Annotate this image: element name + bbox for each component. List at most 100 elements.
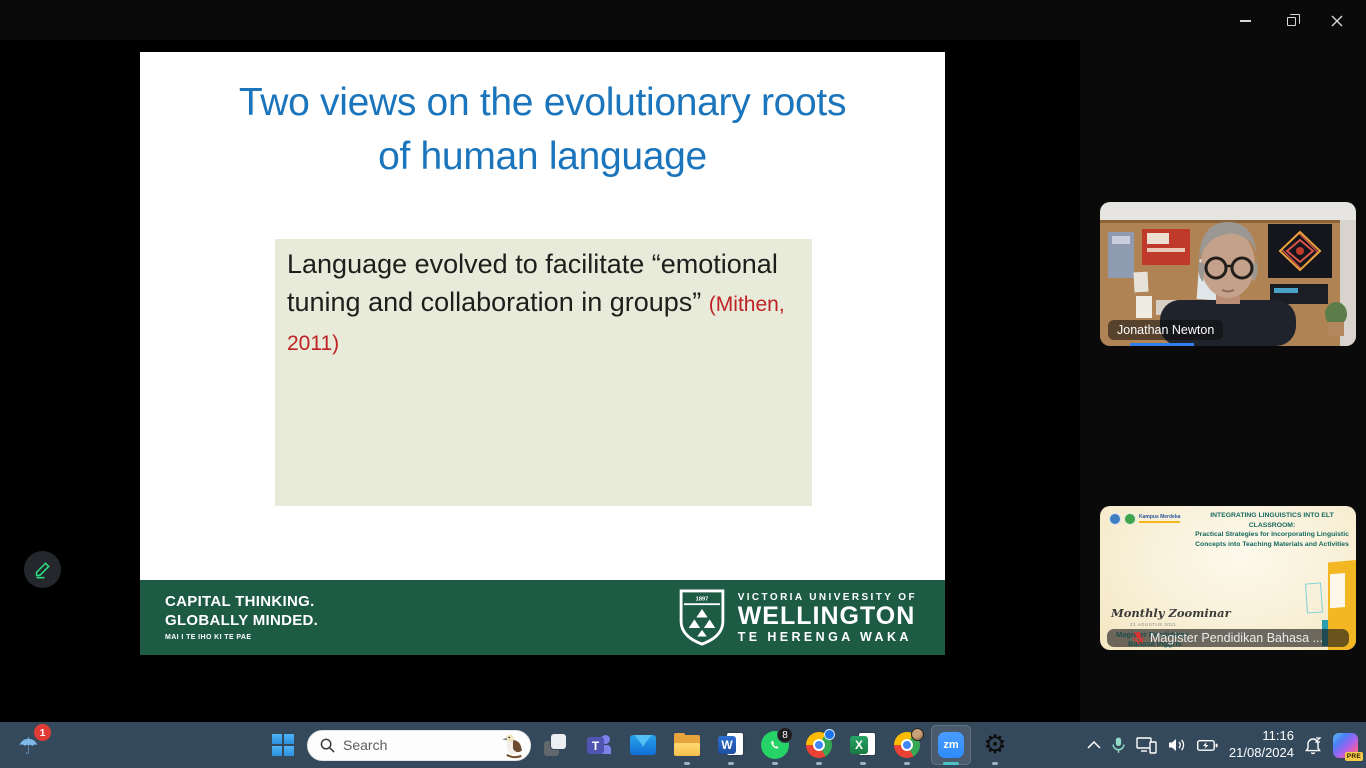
- active-speaker-indicator: [1130, 343, 1194, 346]
- bell-dnd-icon: [1305, 736, 1322, 755]
- clock-time: 11:16: [1229, 728, 1294, 745]
- start-button[interactable]: [263, 725, 303, 765]
- running-indicator: [904, 762, 910, 765]
- taskbar-icon-mail[interactable]: [623, 725, 663, 765]
- decor-outline-rect: [1305, 582, 1323, 613]
- chrome-profile-icon: [894, 732, 920, 758]
- participant-name-label: Magister Pendidikan Bahasa ...: [1107, 629, 1349, 647]
- taskbar-icon-settings[interactable]: ⚙: [975, 725, 1015, 765]
- host-name-text: Magister Pendidikan Bahasa ...: [1150, 631, 1323, 645]
- tray-cast-button[interactable]: [1136, 737, 1157, 754]
- taskbar-icon-teams[interactable]: T: [579, 725, 619, 765]
- university-shield-icon: 1897: [678, 589, 726, 646]
- close-icon: [1331, 15, 1343, 27]
- slide-title-line2: of human language: [140, 130, 945, 184]
- widgets-button[interactable]: ☂ 1: [12, 726, 58, 766]
- campus-logo-icon: [1124, 513, 1136, 525]
- quote-box: Language evolved to facilitate “emotiona…: [275, 239, 812, 506]
- footer-tagline-maori: MAI I TE IHO KI TE PAE: [165, 634, 318, 641]
- university-logo-block: 1897 VICTORIA UNIVERSITY OF WELLINGTON T…: [678, 589, 917, 646]
- battery-charging-icon: [1197, 739, 1218, 752]
- taskbar-center: T W 8: [263, 725, 1015, 765]
- taskbar-clock[interactable]: 11:16 21/08/2024: [1229, 728, 1294, 762]
- cast-display-icon: [1136, 737, 1157, 754]
- taskbar-icon-whatsapp[interactable]: 8: [755, 725, 795, 765]
- running-indicator: [684, 762, 690, 765]
- screen-share-area: Two views on the evolutionary roots of h…: [0, 40, 1080, 722]
- minimize-icon: [1240, 20, 1251, 22]
- microphone-icon: [1112, 737, 1125, 754]
- speaker-icon: [1168, 738, 1186, 752]
- quote-body: Language evolved to facilitate “emotiona…: [287, 249, 778, 317]
- svg-text:1897: 1897: [695, 596, 708, 602]
- university-line1: VICTORIA UNIVERSITY OF: [738, 592, 917, 603]
- chrome-icon: [806, 732, 832, 758]
- host-logos: Kampus Merdeka: [1109, 513, 1180, 525]
- notification-bell-button[interactable]: [1305, 736, 1322, 755]
- restore-button[interactable]: [1268, 6, 1314, 36]
- webinar-heading-line1: INTEGRATING LINGUISTICS INTO ELT CLASSRO…: [1193, 511, 1351, 530]
- minimize-button[interactable]: [1222, 6, 1268, 36]
- close-button[interactable]: [1314, 6, 1360, 36]
- teams-icon: T: [587, 733, 611, 757]
- search-input[interactable]: [343, 737, 483, 753]
- presentation-slide: Two views on the evolutionary roots of h…: [140, 52, 945, 655]
- tray-volume-button[interactable]: [1168, 738, 1186, 752]
- folder-icon: [674, 735, 700, 756]
- annotate-button[interactable]: [24, 551, 61, 588]
- search-icon: [320, 738, 335, 753]
- taskbar-icon-file-explorer[interactable]: [667, 725, 707, 765]
- copilot-button[interactable]: PRE: [1333, 733, 1358, 758]
- taskbar-icon-word[interactable]: W: [711, 725, 751, 765]
- slide-footer: CAPITAL THINKING. GLOBALLY MINDED. MAI I…: [140, 580, 945, 655]
- university-name-block: VICTORIA UNIVERSITY OF WELLINGTON TE HER…: [738, 592, 917, 644]
- chevron-up-icon: [1087, 741, 1101, 749]
- window-controls: [1222, 6, 1360, 36]
- event-title: Monthly Zoominar: [1111, 606, 1231, 620]
- search-highlight-bird-icon: [500, 732, 526, 759]
- slide-title: Two views on the evolutionary roots of h…: [140, 76, 945, 184]
- decor-door-panel: [1330, 573, 1345, 608]
- taskbar: ☂ 1: [0, 722, 1366, 768]
- taskbar-icon-excel[interactable]: X: [843, 725, 883, 765]
- slide-title-line1: Two views on the evolutionary roots: [140, 76, 945, 130]
- running-indicator: [816, 762, 822, 765]
- taskbar-icon-chrome-profile[interactable]: [887, 725, 927, 765]
- clock-date: 21/08/2024: [1229, 745, 1294, 762]
- running-indicator: [728, 762, 734, 765]
- chrome-badge: [824, 729, 835, 740]
- word-icon: W: [718, 733, 744, 757]
- whatsapp-badge: 8: [777, 727, 793, 743]
- task-view-button[interactable]: [535, 725, 575, 765]
- webinar-heading-line3: Concepts into Teaching Materials and Act…: [1193, 540, 1351, 550]
- webinar-heading: INTEGRATING LINGUISTICS INTO ELT CLASSRO…: [1193, 511, 1351, 549]
- running-indicator: [772, 762, 778, 765]
- university-line2: WELLINGTON: [738, 603, 917, 630]
- taskbar-search[interactable]: [307, 730, 531, 761]
- active-app-indicator: [943, 762, 959, 765]
- footer-tagline-line1: CAPITAL THINKING.: [165, 593, 318, 612]
- taskbar-icon-zoom[interactable]: zm: [931, 725, 971, 765]
- tray-chevron-button[interactable]: [1087, 741, 1101, 749]
- copilot-pre-badge: PRE: [1345, 752, 1363, 761]
- muted-mic-icon: [1133, 631, 1144, 645]
- participant-name-label: Jonathan Newton: [1108, 320, 1223, 340]
- tray-microphone-button[interactable]: [1112, 737, 1125, 754]
- profile-avatar: [911, 728, 924, 741]
- zoom-icon: zm: [938, 732, 964, 758]
- video-tile-host[interactable]: Kampus Merdeka INTEGRATING LINGUISTICS I…: [1100, 506, 1356, 650]
- task-view-icon: [544, 734, 566, 756]
- quote-text: Language evolved to facilitate “emotiona…: [287, 245, 800, 360]
- tray-battery-button[interactable]: [1197, 739, 1218, 752]
- event-date: 21 AGUSTUS 2021: [1130, 623, 1176, 628]
- mail-icon: [630, 735, 656, 755]
- system-tray: 11:16 21/08/2024 PRE: [1087, 722, 1358, 768]
- taskbar-icon-chrome[interactable]: [799, 725, 839, 765]
- video-tile-speaker[interactable]: Jonathan Newton: [1100, 202, 1356, 346]
- university-line3: TE HERENGA WAKA: [738, 630, 917, 644]
- footer-tagline-line2: GLOBALLY MINDED.: [165, 612, 318, 631]
- desktop-screen: Two views on the evolutionary roots of h…: [0, 0, 1366, 768]
- organization-logo-icon: [1109, 513, 1121, 525]
- widgets-notification-badge: 1: [34, 724, 51, 741]
- pencil-icon: [33, 560, 52, 579]
